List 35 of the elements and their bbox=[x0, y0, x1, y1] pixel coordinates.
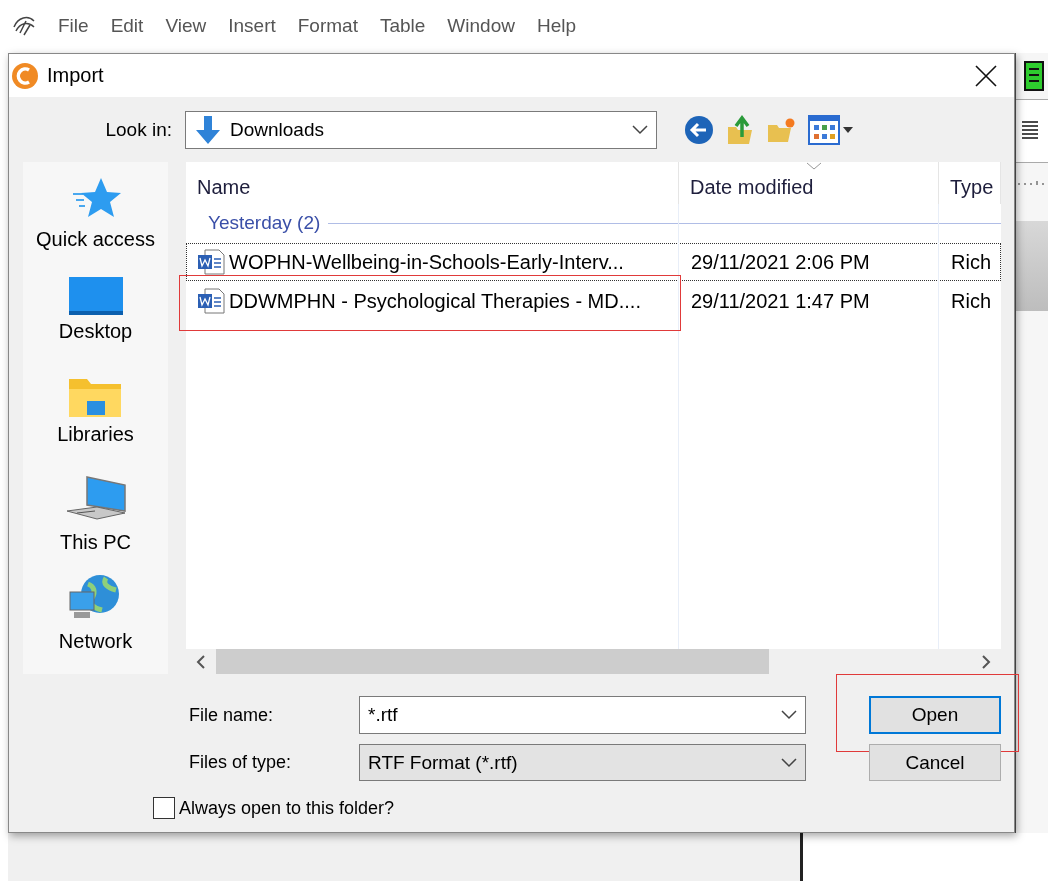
checkbox-label: Always open to this folder? bbox=[179, 797, 395, 819]
cancel-button[interactable]: Cancel bbox=[869, 744, 1001, 781]
file-name-label: File name: bbox=[189, 704, 275, 726]
file-type-label: Files of type: bbox=[189, 752, 293, 773]
menu-item[interactable]: Help bbox=[536, 15, 576, 37]
menu-item[interactable]: Table bbox=[379, 15, 426, 37]
file-name: WOPHN-Wellbeing-in-Schools-Early-Interv... bbox=[229, 250, 624, 274]
date-modified: 29/11/2021 2:06 PM bbox=[690, 250, 871, 274]
window-title: Import bbox=[47, 64, 105, 87]
column-header[interactable]: Type bbox=[939, 162, 1001, 204]
menu-item[interactable]: Edit bbox=[110, 15, 144, 37]
file-name: DDWMPHN - Psychological Therapies - MD.... bbox=[229, 289, 641, 313]
menu-item[interactable]: Window bbox=[447, 15, 515, 37]
column-header[interactable]: Date modified bbox=[679, 162, 939, 204]
place-item[interactable]: Network bbox=[58, 574, 133, 674]
menu-item[interactable]: Format bbox=[297, 15, 358, 37]
column-header[interactable]: Name bbox=[186, 162, 679, 204]
open-button[interactable]: Open bbox=[869, 696, 1001, 734]
look-in-label: Look in: bbox=[104, 119, 172, 141]
place-item[interactable]: This PC bbox=[59, 474, 132, 575]
file-type: Rich bbox=[950, 289, 992, 313]
file-name-field[interactable]: *.rtf bbox=[359, 696, 806, 734]
menu-item[interactable]: View bbox=[165, 15, 207, 37]
group-header[interactable]: Yesterday (2) bbox=[208, 212, 321, 234]
menu-item[interactable]: Insert bbox=[228, 15, 276, 37]
place-item[interactable]: Quick access bbox=[36, 176, 155, 276]
menu-item[interactable]: File bbox=[58, 15, 89, 37]
look-in-dropdown[interactable]: Downloads bbox=[185, 111, 657, 149]
place-item[interactable]: Desktop bbox=[58, 275, 133, 376]
file-row[interactable]: DDWMPHN - Psychological Therapies - MD.... 29/11/2021 1:47 PM Rich bbox=[186, 282, 1001, 320]
date-modified: 29/11/2021 1:47 PM bbox=[690, 289, 871, 313]
file-type-dropdown[interactable]: RTF Format (*.rtf) bbox=[359, 744, 806, 781]
file-row[interactable]: WOPHN-Wellbeing-in-Schools-Early-Interv... 29/11/2021 2:06 PM Rich bbox=[186, 243, 1001, 281]
place-item[interactable]: Libraries bbox=[57, 375, 134, 475]
file-type: Rich bbox=[950, 250, 992, 274]
